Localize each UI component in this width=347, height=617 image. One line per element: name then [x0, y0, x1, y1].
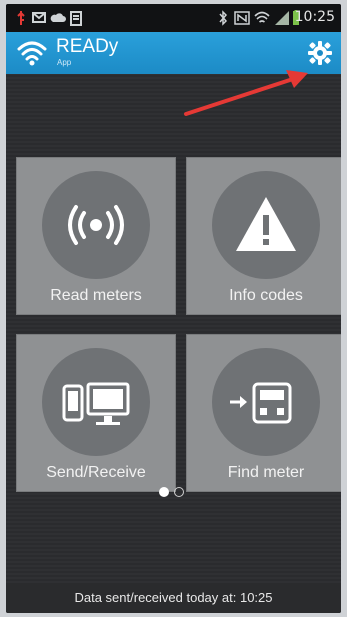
cloud-icon	[50, 13, 66, 22]
wifi-icon	[254, 11, 270, 23]
page-dot-active[interactable]	[159, 487, 169, 497]
tile-label: Find meter	[227, 464, 305, 481]
radio-waves-icon	[68, 205, 124, 245]
app-subtitle: App	[57, 58, 72, 67]
status-time: 10:25	[294, 9, 335, 25]
page-dot-inactive[interactable]	[174, 487, 184, 497]
main-content	[6, 74, 341, 583]
app-title: READy	[56, 36, 119, 57]
tile-find-meter[interactable]: Find meter	[186, 334, 341, 492]
tile-label: Read meters	[50, 287, 142, 304]
phone-screen: 10:25 READy App Read meters Info codes S…	[6, 4, 341, 613]
message-icon	[32, 12, 46, 23]
warning-icon	[236, 197, 296, 251]
nfc-icon	[234, 11, 250, 25]
tile-read-meters[interactable]: Read meters	[16, 157, 176, 315]
phone-computer-icon	[62, 382, 130, 425]
page-indicator	[6, 483, 341, 503]
app-logo-wifi-icon	[17, 41, 47, 66]
meter-arrow-icon	[230, 382, 292, 424]
clipboard-icon	[70, 11, 82, 26]
bluetooth-icon	[219, 10, 228, 26]
tile-info-codes[interactable]: Info codes	[186, 157, 341, 315]
tile-label: Info codes	[229, 287, 303, 304]
usb-icon	[17, 11, 25, 25]
tile-label: Send/Receive	[46, 464, 146, 481]
gear-icon[interactable]	[307, 40, 333, 66]
signal-icon	[275, 11, 289, 25]
tile-send-receive[interactable]: Send/Receive	[16, 334, 176, 492]
annotation-arrow-icon	[184, 70, 308, 116]
sync-status-footer: Data sent/received today at: 10:25	[6, 583, 341, 613]
status-bar: 10:25	[6, 4, 341, 32]
